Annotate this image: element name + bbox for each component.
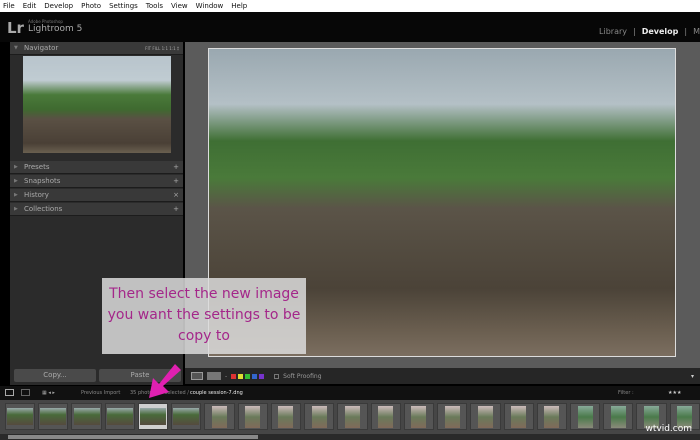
expand-icon: ▶ bbox=[14, 164, 18, 170]
menu-develop[interactable]: Develop bbox=[44, 0, 73, 12]
expand-icon: ▶ bbox=[14, 192, 18, 198]
filmstrip-thumb-selected[interactable] bbox=[137, 403, 169, 430]
app-name: Lightroom 5 bbox=[28, 24, 83, 34]
color-label-swatch[interactable] bbox=[245, 373, 251, 379]
menu-photo[interactable]: Photo bbox=[81, 0, 101, 12]
navigator-preview[interactable] bbox=[23, 56, 171, 153]
filmstrip-thumb[interactable] bbox=[171, 403, 202, 430]
loupe-view-icon[interactable] bbox=[191, 372, 203, 380]
menu-view[interactable]: View bbox=[171, 0, 188, 12]
grid-icon[interactable]: ▦ ◂ ▸ bbox=[42, 386, 55, 400]
filmstrip-thumb[interactable] bbox=[403, 403, 435, 430]
panel-label: Presets bbox=[24, 163, 50, 171]
source-label[interactable]: Previous Import bbox=[81, 386, 120, 400]
filmstrip-thumb[interactable] bbox=[104, 403, 135, 430]
arrow-icon bbox=[149, 364, 181, 398]
filmstrip-thumb[interactable] bbox=[370, 403, 401, 430]
filmstrip-thumb[interactable] bbox=[38, 403, 69, 430]
lr-logo: Lr bbox=[7, 19, 24, 37]
filmstrip-thumb[interactable] bbox=[204, 403, 235, 430]
panel-snapshots[interactable]: ▶ Snapshots + bbox=[10, 175, 183, 188]
color-label-swatch[interactable] bbox=[252, 373, 258, 379]
module-develop[interactable]: Develop bbox=[642, 27, 679, 36]
color-label-swatch[interactable] bbox=[259, 373, 265, 379]
top-bar bbox=[0, 12, 700, 42]
menu-settings[interactable]: Settings bbox=[109, 0, 138, 12]
panel-action-icon[interactable]: + bbox=[173, 175, 179, 188]
menu-window[interactable]: Window bbox=[196, 0, 224, 12]
panel-collections[interactable]: ▶ Collections + bbox=[10, 203, 183, 216]
panel-label: History bbox=[24, 191, 49, 199]
toolbar: - Soft Proofing ▾ bbox=[185, 368, 700, 384]
filmstrip-bar: ▦ ◂ ▸ Previous Import 35 photos / 1 sele… bbox=[0, 386, 700, 400]
filmstrip-thumb[interactable] bbox=[470, 403, 501, 430]
color-labels bbox=[231, 373, 265, 379]
collapse-icon: ▼ bbox=[14, 45, 18, 51]
menu-bar: File Edit Develop Photo Settings Tools View Win… bbox=[0, 0, 700, 12]
navigator-title: Navigator bbox=[24, 44, 59, 52]
filmstrip bbox=[0, 400, 700, 434]
filmstrip-thumb[interactable] bbox=[270, 403, 302, 430]
expand-icon: ▶ bbox=[14, 206, 18, 212]
annotation-box: Then select the new image you want the s… bbox=[102, 278, 306, 354]
menu-file[interactable]: File bbox=[3, 0, 15, 12]
navigator-header[interactable]: ▼ Navigator FIT FILL 1:1 1:1 ‡ bbox=[10, 42, 183, 55]
filmstrip-thumb[interactable] bbox=[71, 403, 102, 430]
menu-edit[interactable]: Edit bbox=[23, 0, 37, 12]
zoom-options[interactable]: FIT FILL 1:1 1:1 ‡ bbox=[145, 42, 179, 55]
watermark: wtvid.com bbox=[645, 424, 692, 434]
filter-label: Filter : bbox=[618, 390, 634, 396]
soft-proofing-checkbox[interactable] bbox=[274, 373, 280, 379]
star-filter-icon[interactable]: ★★★ bbox=[668, 386, 681, 400]
filmstrip-thumb[interactable] bbox=[603, 403, 634, 430]
menu-help[interactable]: Help bbox=[231, 0, 247, 12]
panel-history[interactable]: ▶ History × bbox=[10, 189, 183, 202]
color-label-swatch[interactable] bbox=[238, 373, 244, 379]
toolbar-menu-icon[interactable]: ▾ bbox=[691, 373, 694, 380]
panel-presets[interactable]: ▶ Presets + bbox=[10, 161, 183, 174]
filmstrip-thumb[interactable] bbox=[503, 403, 534, 430]
module-library[interactable]: Library bbox=[599, 27, 627, 36]
filmstrip-scrollbar[interactable] bbox=[0, 434, 700, 440]
filmstrip-thumb[interactable] bbox=[569, 403, 601, 430]
panel-label: Collections bbox=[24, 205, 63, 213]
file-name[interactable]: couple session-7.dng bbox=[190, 386, 243, 400]
before-after-icon[interactable] bbox=[207, 372, 221, 380]
panel-label: Snapshots bbox=[24, 177, 61, 185]
filmstrip-thumb[interactable] bbox=[5, 403, 36, 430]
window-1-icon[interactable] bbox=[5, 389, 14, 396]
color-label-swatch[interactable] bbox=[231, 373, 237, 379]
panel-action-icon[interactable]: + bbox=[173, 161, 179, 174]
panel-action-icon[interactable]: × bbox=[173, 189, 179, 202]
panel-action-icon[interactable]: + bbox=[173, 203, 179, 216]
window-2-icon[interactable] bbox=[21, 389, 30, 396]
module-picker: Library | Develop | M bbox=[599, 27, 700, 36]
filmstrip-thumb[interactable] bbox=[237, 403, 268, 430]
filmstrip-thumb[interactable] bbox=[304, 403, 335, 430]
filmstrip-thumb[interactable] bbox=[437, 403, 468, 430]
soft-proofing-label: Soft Proofing bbox=[283, 372, 322, 380]
module-more[interactable]: M bbox=[693, 27, 700, 36]
copy-button[interactable]: Copy... bbox=[14, 369, 96, 382]
menu-tools[interactable]: Tools bbox=[146, 0, 163, 12]
filmstrip-thumb[interactable] bbox=[337, 403, 368, 430]
filmstrip-thumb[interactable] bbox=[536, 403, 567, 430]
expand-icon: ▶ bbox=[14, 178, 18, 184]
